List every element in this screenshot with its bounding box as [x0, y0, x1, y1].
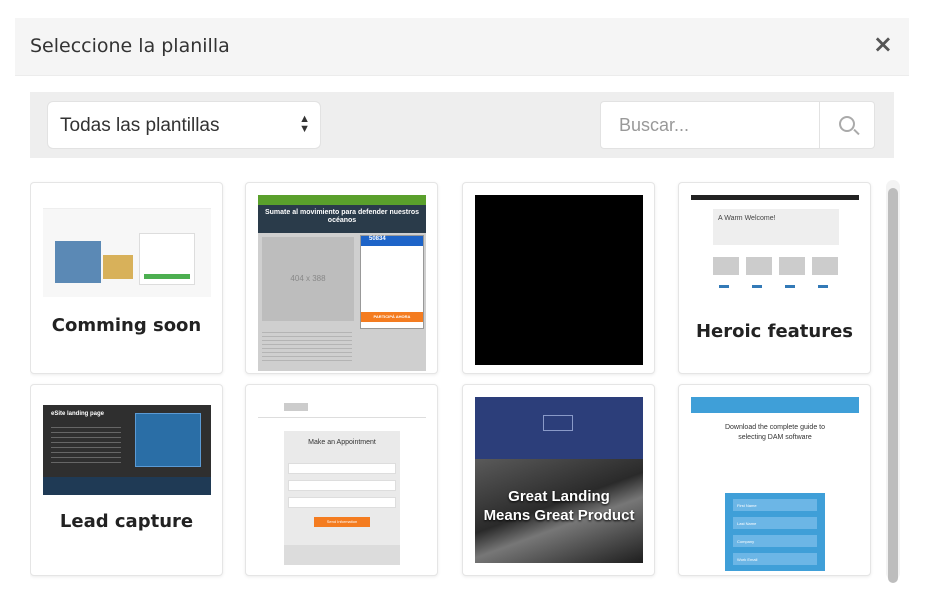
thumb-image-placeholder: 404 x 388 [262, 237, 354, 321]
thumb-send-button: Send Information [314, 517, 370, 527]
thumb-monitor-image [55, 241, 101, 283]
template-card-greenpeace[interactable]: Sumate al movimiento para defender nuest… [245, 182, 438, 374]
template-thumbnail: Sumate al movimiento para defender nuest… [258, 195, 426, 371]
template-card-appointment[interactable]: Make an Appointment Send Information [245, 384, 438, 576]
template-thumbnail [475, 195, 643, 365]
search-icon [839, 116, 855, 132]
template-label: Comming soon [51, 315, 202, 336]
template-category-select[interactable]: Todas las plantillas ▲ ▼ [47, 101, 321, 149]
thumb-navbar [691, 195, 859, 200]
filter-bar: Todas las plantillas ▲ ▼ [30, 92, 894, 158]
thumb-topbar [691, 397, 859, 413]
thumb-appointment-form: Make an Appointment Send Information [284, 431, 400, 565]
template-card-heroic-features[interactable]: A Warm Welcome! Heroic features [678, 182, 871, 374]
thumb-field: First Name [733, 499, 817, 511]
thumb-features [713, 257, 839, 297]
close-icon[interactable]: × [873, 30, 893, 58]
thumb-hero-text: Great Landing Means Great Product [475, 487, 643, 525]
thumb-body-text [51, 423, 121, 463]
template-card-lead-capture[interactable]: eSite landing page Lead capture [30, 384, 223, 576]
thumb-form-button [144, 274, 190, 279]
template-grid: Comming soon Sumate al movimiento para d… [30, 180, 880, 580]
template-card-dam-guide[interactable]: Download the complete guide to selecting… [678, 384, 871, 576]
thumb-welcome: A Warm Welcome! [718, 215, 776, 222]
thumb-field: Company [733, 535, 817, 547]
thumb-lead-form: First Name Last Name Company Work Email [725, 493, 825, 571]
dialog-header: Seleccione la planilla × [15, 18, 909, 76]
template-thumbnail: Great Landing Means Great Product [475, 397, 643, 563]
dialog-title: Seleccione la planilla [30, 35, 230, 57]
search-input[interactable] [601, 102, 821, 148]
thumb-submit-button: PARTICIPÁ AHORA [361, 312, 423, 322]
thumb-footer [43, 477, 211, 495]
thumb-body-text [262, 329, 352, 363]
template-thumbnail: Make an Appointment Send Information [258, 397, 426, 567]
template-card-comming-soon[interactable]: Comming soon [30, 182, 223, 374]
sort-arrows-icon: ▲ ▼ [299, 113, 310, 135]
template-card-blank[interactable] [462, 182, 655, 374]
search-box [600, 101, 875, 149]
thumb-logo [284, 403, 308, 411]
scrollbar-thumb[interactable] [888, 188, 898, 583]
template-thumbnail [43, 195, 211, 297]
thumb-logo-box [543, 415, 573, 431]
thumb-signup-form [135, 413, 201, 467]
search-button[interactable] [819, 102, 874, 148]
thumb-topbar [258, 195, 426, 205]
thumb-guide-text: Download the complete guide to selecting… [724, 424, 825, 441]
template-dialog: Seleccione la planilla × Todas las plant… [0, 0, 934, 608]
select-value: Todas las plantillas [60, 115, 220, 136]
template-thumbnail: Download the complete guide to selecting… [691, 397, 859, 573]
template-card-great-landing[interactable]: Great Landing Means Great Product [462, 384, 655, 576]
thumb-hero-line-1: Great Landing [508, 488, 610, 505]
thumb-form-title: Make an Appointment [308, 439, 376, 446]
thumb-field: Last Name [733, 517, 817, 529]
template-thumbnail: eSite landing page [43, 397, 211, 495]
thumb-navbar [43, 195, 211, 209]
thumb-form [139, 233, 195, 285]
thumb-counter: 50834 [361, 236, 423, 246]
thumb-heading: eSite landing page [51, 411, 105, 417]
thumb-jumbotron: A Warm Welcome! [713, 209, 839, 245]
thumb-mug-image [103, 255, 133, 279]
thumb-hero-line-2: Means Great Product [483, 507, 635, 524]
template-label: Lead capture [59, 511, 194, 532]
thumb-petition-form: 50834 PARTICIPÁ AHORA [360, 235, 424, 329]
thumb-field: Work Email [733, 553, 817, 565]
template-label: Heroic features [695, 321, 854, 342]
thumb-heading: Sumate al movimiento para defender nuest… [258, 205, 426, 233]
grid-scrollbar[interactable] [886, 180, 900, 583]
thumb-navbar [43, 397, 211, 405]
template-thumbnail: A Warm Welcome! [691, 195, 859, 303]
